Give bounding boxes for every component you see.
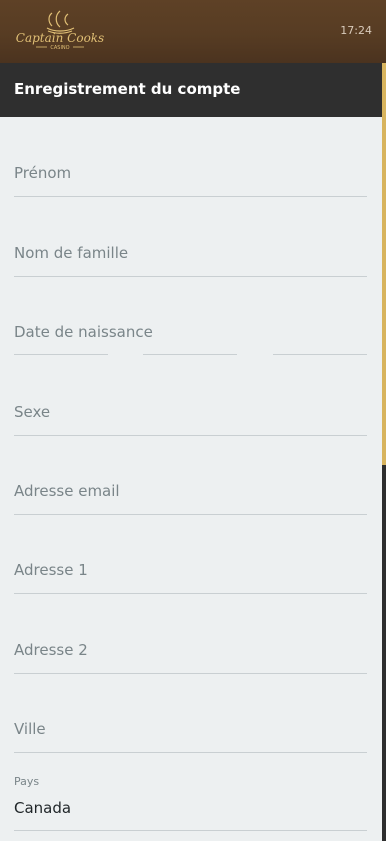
country-label: Pays <box>14 775 40 788</box>
birth-year-underline[interactable] <box>273 354 367 355</box>
gender-field[interactable]: Sexe <box>14 395 367 436</box>
svg-text:CASINO: CASINO <box>50 45 69 51</box>
email-field[interactable]: Adresse email <box>14 474 367 515</box>
ship-logo-icon: Captain Cooks CASINO <box>16 10 104 51</box>
page-title-bar: Enregistrement du compte <box>0 63 383 117</box>
first-name-field[interactable]: Prénom <box>14 156 367 197</box>
birth-date-placeholder: Date de naissance <box>14 323 153 341</box>
captain-cooks-logo[interactable]: Captain Cooks CASINO <box>12 8 108 54</box>
last-name-placeholder: Nom de famille <box>14 244 129 262</box>
page-title: Enregistrement du compte <box>14 80 241 98</box>
country-value: Canada <box>14 799 72 817</box>
svg-text:Captain Cooks: Captain Cooks <box>16 31 104 45</box>
country-select[interactable]: Canada <box>14 790 367 831</box>
clock-time: 17:24 <box>340 24 372 37</box>
birth-month-underline[interactable] <box>143 354 237 355</box>
vertical-scrollbar[interactable] <box>382 63 386 841</box>
last-name-field[interactable]: Nom de famille <box>14 236 367 277</box>
city-field[interactable]: Ville <box>14 712 367 753</box>
address2-placeholder: Adresse 2 <box>14 641 88 659</box>
gender-placeholder: Sexe <box>14 403 51 421</box>
city-placeholder: Ville <box>14 720 46 738</box>
first-name-placeholder: Prénom <box>14 164 72 182</box>
birth-date-field[interactable]: Date de naissance <box>14 315 367 355</box>
email-placeholder: Adresse email <box>14 482 120 500</box>
scrollbar-thumb[interactable] <box>382 63 386 465</box>
app-header: Captain Cooks CASINO 17:24 <box>0 0 386 63</box>
address2-field[interactable]: Adresse 2 <box>14 633 367 674</box>
address1-placeholder: Adresse 1 <box>14 561 88 579</box>
address1-field[interactable]: Adresse 1 <box>14 553 367 594</box>
birth-day-underline[interactable] <box>14 354 108 355</box>
